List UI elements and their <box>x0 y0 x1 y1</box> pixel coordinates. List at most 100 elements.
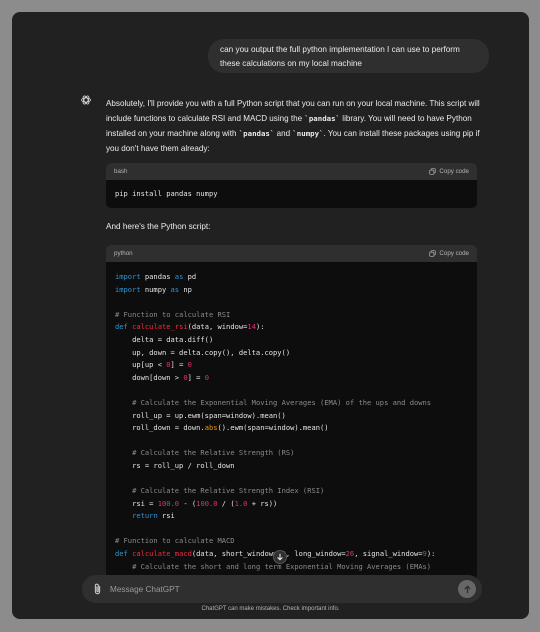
inline-code-pandas-2: `pandas` <box>238 129 275 138</box>
code-line: import pandas as pd <box>115 271 468 284</box>
code-token: pd <box>183 272 197 281</box>
code-token: # Function to calculate MACD <box>115 536 235 546</box>
code-line: return rsi <box>115 510 468 523</box>
code-line: down[down > 0] = 0 <box>115 372 468 385</box>
code-token: abs <box>204 423 218 433</box>
code-token: 0 <box>204 372 209 382</box>
code-token: # Calculate the Relative Strength Index … <box>132 486 325 496</box>
scroll-to-bottom-button[interactable] <box>273 550 287 564</box>
code-block-header: python Copy code <box>106 245 477 262</box>
code-token: import <box>115 284 141 294</box>
copy-icon <box>429 168 437 175</box>
code-token: (data, window= <box>187 322 248 332</box>
assistant-message: Absolutely, I'll provide you with a full… <box>106 96 486 156</box>
code-token: ] = <box>187 372 205 382</box>
code-token: np <box>179 284 192 294</box>
code-token: , signal_window= <box>354 549 423 559</box>
copy-code-button[interactable]: Copy code <box>429 250 469 257</box>
code-token: calculate_rsi <box>132 322 188 332</box>
code-language-label: python <box>114 250 133 257</box>
code-token: + rs)) <box>247 498 278 508</box>
code-token: 14 <box>247 322 256 332</box>
code-token: - ( <box>179 498 197 508</box>
code-token: down[down > <box>115 372 184 382</box>
code-token: , long_window= <box>285 549 346 559</box>
copy-icon <box>429 250 437 257</box>
code-token: delta = data.diff() <box>115 334 214 344</box>
code-token: rsi = <box>115 498 158 508</box>
code-language-label: bash <box>114 168 128 175</box>
code-token: / ( <box>217 498 235 508</box>
code-token: ] = <box>170 360 188 370</box>
code-block-header: bash Copy code <box>106 163 477 180</box>
code-token: up, down = delta.copy(), delta.copy() <box>115 347 291 357</box>
code-token: rs = roll_up / roll_down <box>115 460 235 470</box>
code-line: roll_down = down.abs().ewm(span=window).… <box>115 422 468 435</box>
code-line: up, down = delta.copy(), delta.copy() <box>115 347 468 360</box>
bash-code-block: bash Copy code pip install pandas numpy <box>106 163 477 208</box>
code-line: def calculate_rsi(data, window=14): <box>115 321 468 334</box>
code-token: numpy <box>140 284 171 294</box>
code-token: 100.0 <box>196 498 218 508</box>
code-line: # Calculate the Relative Strength (RS) <box>115 447 468 460</box>
code-line: # Calculate the Relative Strength Index … <box>115 485 468 498</box>
code-token: 100.0 <box>157 498 180 508</box>
code-token: # Calculate the Relative Strength (RS) <box>132 448 295 458</box>
code-line: # Function to calculate RSI <box>115 309 468 322</box>
user-message: can you output the full python implement… <box>208 39 489 73</box>
copy-code-label: Copy code <box>439 250 469 257</box>
code-token: 1.0 <box>234 498 248 508</box>
send-button[interactable] <box>458 580 476 598</box>
code-token: roll_up = up.ewm(span=window).mean() <box>115 410 286 420</box>
copy-code-label: Copy code <box>439 168 469 175</box>
code-token: ().ewm(span=window).mean() <box>217 423 329 433</box>
arrow-up-icon <box>463 584 471 593</box>
code-line: up[up < 0] = 0 <box>115 359 468 372</box>
chat-window: can you output the full python implement… <box>12 12 529 619</box>
copy-code-button[interactable]: Copy code <box>429 168 469 175</box>
code-token: ): <box>255 322 265 332</box>
code-token: roll_down = down. <box>115 423 205 433</box>
code-line: import numpy as np <box>115 284 468 297</box>
assistant-intro-and: and <box>274 129 293 138</box>
code-line: # Function to calculate MACD <box>115 535 468 548</box>
python-code-block: python Copy code import pandas as pd impo… <box>106 245 477 580</box>
message-input[interactable] <box>110 580 450 598</box>
paperclip-icon[interactable] <box>92 583 103 595</box>
code-token: def <box>115 322 128 332</box>
code-token: up[up < <box>115 360 167 370</box>
code-token: # Calculate the Exponential Moving Avera… <box>132 397 432 407</box>
inline-code-numpy: `numpy` <box>292 129 324 138</box>
code-token: import <box>115 272 141 281</box>
code-line: def calculate_macd(data, short_window=12… <box>115 548 468 561</box>
code-token: rsi <box>157 511 175 521</box>
code-token: ): <box>426 549 436 559</box>
code-line: roll_up = up.ewm(span=window).mean() <box>115 410 468 423</box>
message-composer <box>82 575 482 603</box>
code-line: delta = data.diff() <box>115 334 468 347</box>
code-token: return <box>132 511 158 521</box>
code-token: 0 <box>187 360 192 370</box>
code-token: as <box>170 284 180 294</box>
inline-code-pandas: `pandas` <box>304 114 341 123</box>
code-token: pandas <box>140 272 175 281</box>
code-token: (data, short_window= <box>191 549 278 559</box>
disclaimer-text: ChatGPT can make mistakes. Check importa… <box>201 606 340 612</box>
assistant-followup-text: And here's the Python script: <box>106 222 211 231</box>
code-token: 26 <box>345 549 355 559</box>
code-line: rsi = 100.0 - (100.0 / (1.0 + rs)) <box>115 498 468 511</box>
chatgpt-logo-icon <box>81 95 91 105</box>
code-content: import pandas as pd import numpy as np # … <box>106 262 477 580</box>
code-token: calculate_macd <box>132 549 192 559</box>
code-token: def <box>115 549 128 559</box>
